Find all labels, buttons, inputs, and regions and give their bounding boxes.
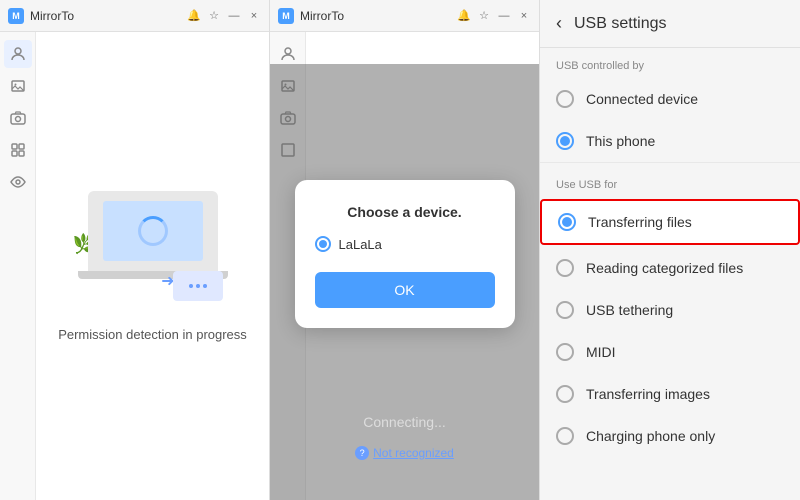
midi-text: MIDI (586, 344, 616, 360)
app-icon-2: M (278, 8, 294, 24)
sidebar-icon-eye[interactable] (4, 168, 32, 196)
main-content-1: 🌿 ➜ Permission detection in progress (36, 32, 269, 500)
sidebar-icon-camera[interactable] (4, 104, 32, 132)
loading-spinner (138, 216, 168, 246)
close-btn-1[interactable]: × (247, 9, 261, 23)
not-recognized-text: Not recognized (373, 446, 454, 460)
title-bar-1: M MirrorTo 🔔 ☆ — × (0, 0, 269, 32)
panel-usb-settings: ‹ USB settings USB controlled by Connect… (540, 0, 800, 500)
usb-controlled-section: USB controlled by Connected device This … (540, 48, 800, 162)
transferring-files-text: Transferring files (588, 214, 692, 230)
choose-device-dialog: Choose a device. LaLaLa OK (295, 180, 515, 328)
notification-btn-1[interactable]: 🔔 (187, 9, 201, 23)
radio-charging[interactable] (556, 427, 574, 445)
panel-mirrorto-2: M MirrorTo 🔔 ☆ — × Cho (270, 0, 540, 500)
usb-controlled-label: USB controlled by (540, 48, 800, 78)
panel-mirrorto-1: M MirrorTo 🔔 ☆ — × (0, 0, 270, 500)
dialog-device-option[interactable]: LaLaLa (315, 236, 495, 252)
transferring-images-text: Transferring images (586, 386, 710, 402)
app-icon-1: M (8, 8, 24, 24)
window-controls-1: 🔔 ☆ — × (187, 9, 261, 23)
back-button[interactable]: ‹ (556, 13, 562, 34)
radio-reading[interactable] (556, 259, 574, 277)
dialog-overlay: Choose a device. LaLaLa OK Connecting...… (270, 64, 539, 500)
sidebar-icon-profile[interactable] (4, 40, 32, 68)
device-radio-selected[interactable] (315, 236, 331, 252)
this-phone-text: This phone (586, 133, 655, 149)
app-title-1: MirrorTo (30, 9, 187, 23)
sidebar-icon-grid[interactable] (4, 136, 32, 164)
radio-transferring[interactable] (558, 213, 576, 231)
device-name: LaLaLa (339, 237, 382, 252)
dot-1 (189, 284, 193, 288)
title-bar-2: M MirrorTo 🔔 ☆ — × (270, 0, 539, 32)
phone-dots (189, 284, 207, 288)
usb-settings-title: USB settings (574, 15, 666, 33)
app-layout-1: 🌿 ➜ Permission detection in progress (0, 32, 269, 500)
dialog-ok-button[interactable]: OK (315, 272, 495, 308)
usb-option-transferring-images[interactable]: Transferring images (540, 373, 800, 415)
laptop-body (88, 191, 218, 271)
usb-option-connected-device[interactable]: Connected device (540, 78, 800, 120)
panel2-body: Choose a device. LaLaLa OK Connecting...… (270, 32, 539, 500)
divider-1 (540, 162, 800, 163)
radio-this-phone[interactable] (556, 132, 574, 150)
window-controls-2: 🔔 ☆ — × (457, 9, 531, 23)
usb-tethering-text: USB tethering (586, 302, 673, 318)
not-recognized-link[interactable]: ? Not recognized (355, 446, 454, 460)
phone-device (173, 271, 223, 301)
reading-categorized-text: Reading categorized files (586, 260, 743, 276)
charging-only-text: Charging phone only (586, 428, 715, 444)
sidebar-icon-image[interactable] (4, 72, 32, 100)
laptop-screen (103, 201, 203, 261)
usb-option-this-phone[interactable]: This phone (540, 120, 800, 162)
status-text: Permission detection in progress (58, 327, 247, 342)
help-icon: ? (355, 446, 369, 460)
dot-2 (196, 284, 200, 288)
usb-header: ‹ USB settings (540, 0, 800, 48)
pin-btn-1[interactable]: ☆ (207, 9, 221, 23)
bottom-status: Connecting... ? Not recognized (355, 414, 454, 460)
radio-connected-device[interactable] (556, 90, 574, 108)
usb-option-usb-tethering[interactable]: USB tethering (540, 289, 800, 331)
dot-3 (203, 284, 207, 288)
use-usb-section: Use USB for Transferring files Reading c… (540, 167, 800, 457)
usb-option-charging-only[interactable]: Charging phone only (540, 415, 800, 457)
dialog-title: Choose a device. (315, 204, 495, 220)
app-title-2: MirrorTo (300, 9, 457, 23)
pin-btn-2[interactable]: ☆ (477, 9, 491, 23)
radio-tethering[interactable] (556, 301, 574, 319)
usb-option-transferring-files[interactable]: Transferring files (540, 199, 800, 245)
sidebar-1 (0, 32, 36, 500)
illustration: 🌿 ➜ (73, 191, 233, 311)
dialog-container: Choose a device. LaLaLa OK (295, 94, 515, 414)
usb-option-reading-categorized[interactable]: Reading categorized files (540, 247, 800, 289)
close-btn-2[interactable]: × (517, 9, 531, 23)
connecting-text: Connecting... (363, 414, 446, 430)
minimize-btn-1[interactable]: — (227, 9, 241, 23)
usb-option-midi[interactable]: MIDI (540, 331, 800, 373)
notification-btn-2[interactable]: 🔔 (457, 9, 471, 23)
connected-device-text: Connected device (586, 91, 698, 107)
radio-midi[interactable] (556, 343, 574, 361)
use-usb-label: Use USB for (540, 167, 800, 197)
radio-images[interactable] (556, 385, 574, 403)
minimize-btn-2[interactable]: — (497, 9, 511, 23)
